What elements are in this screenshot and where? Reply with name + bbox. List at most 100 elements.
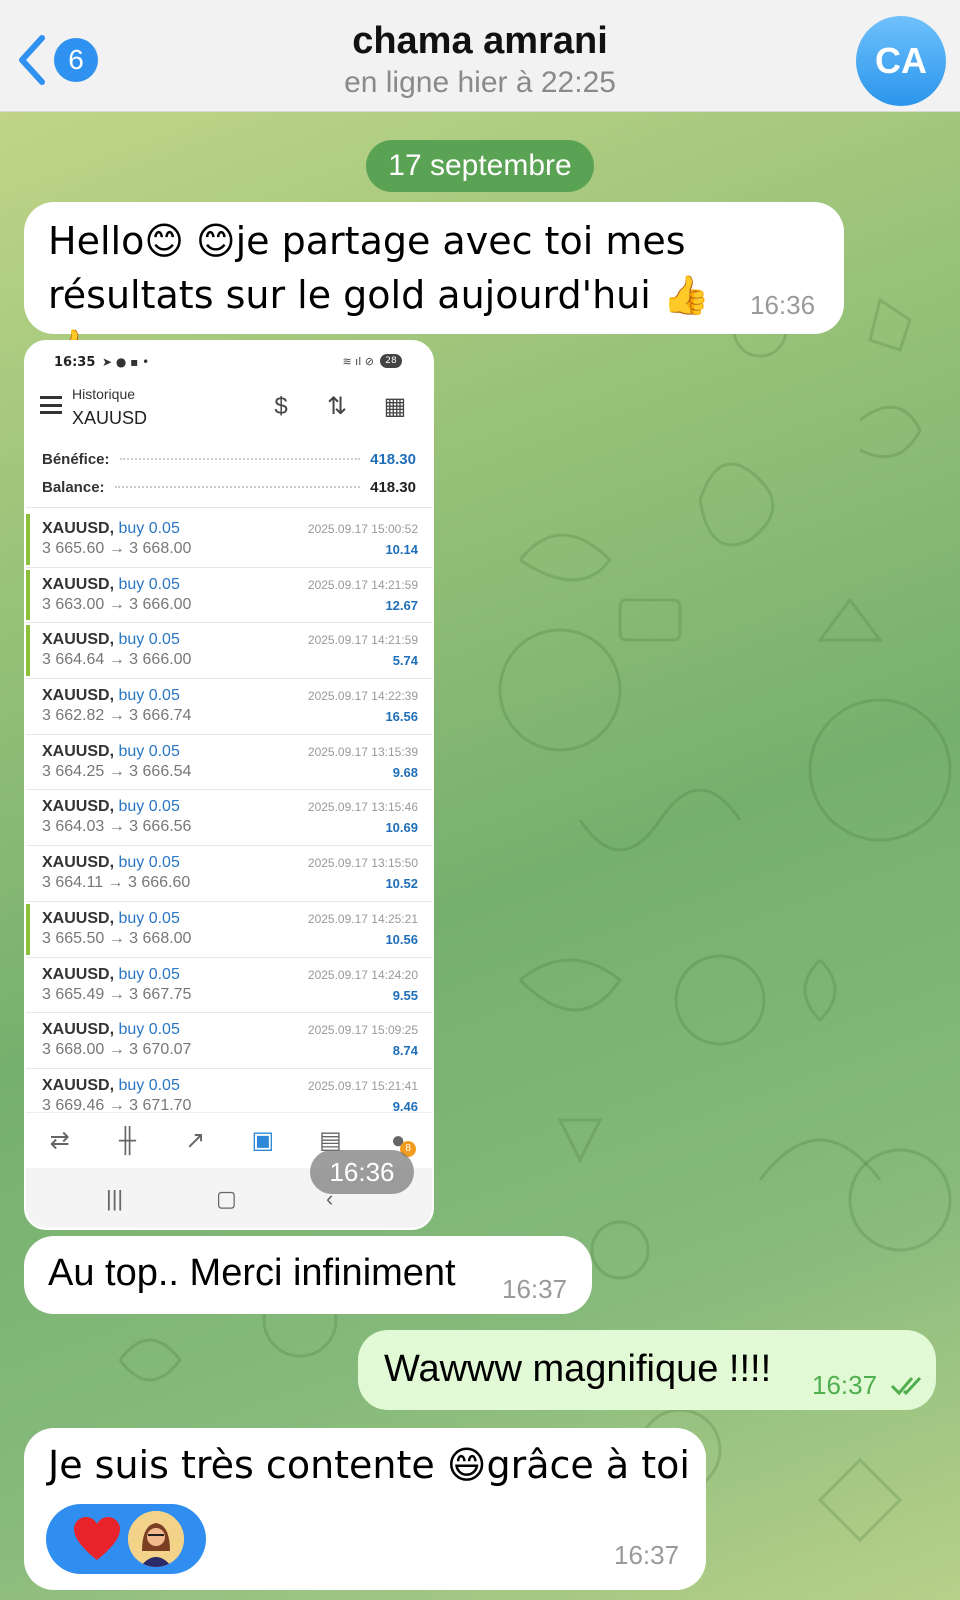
image-time: 16:36 xyxy=(310,1150,414,1194)
deal-row[interactable]: XAUUSD, buy 0.05 3 668.00 → 3 670.07 202… xyxy=(26,1013,432,1069)
deal-prices: 3 669.46 → 3 671.70 xyxy=(42,1096,192,1112)
history-icon[interactable]: ▣ xyxy=(243,1121,283,1161)
deal-profit: 9.68 xyxy=(392,764,418,780)
message-time: 16:37 xyxy=(812,1370,878,1400)
history-symbol: XAUUSD xyxy=(72,408,148,428)
deal-row[interactable]: XAUUSD, buy 0.05 3 663.00 → 3 666.00 202… xyxy=(26,568,432,624)
deal-symbol: XAUUSD, buy 0.05 xyxy=(42,965,180,983)
profit-row: Bénéfice: 418.30 xyxy=(42,446,416,472)
deal-datetime: 2025.09.17 14:25:21 xyxy=(307,911,418,926)
deal-prices: 3 664.64 → 3 666.00 xyxy=(42,651,192,669)
deal-direction: buy 0.05 xyxy=(118,965,180,983)
deal-symbol: XAUUSD, buy 0.05 xyxy=(42,631,180,649)
deal-datetime: 2025.09.17 15:21:41 xyxy=(307,1078,418,1093)
chat-title[interactable]: chama amrani xyxy=(0,20,960,63)
read-checkmarks-icon xyxy=(890,1376,922,1396)
dollar-exchange-icon[interactable]: $ xyxy=(264,390,298,424)
incoming-message[interactable]: Au top.. Merci infiniment 16:37 xyxy=(24,1236,592,1314)
deal-direction: buy 0.05 xyxy=(118,520,180,537)
deal-row[interactable]: XAUUSD, buy 0.05 3 662.82 → 3 666.74 202… xyxy=(26,679,432,735)
deal-row[interactable]: XAUUSD, buy 0.05 3 664.11 → 3 666.60 202… xyxy=(26,846,432,902)
calendar-icon[interactable]: ▦ xyxy=(378,390,412,424)
incoming-message[interactable]: Hello😊 😊je partage avec toi mes résultat… xyxy=(24,202,844,371)
reactions-pill[interactable] xyxy=(46,1504,206,1574)
deal-profit: 16.56 xyxy=(385,709,418,725)
deal-symbol: XAUUSD, buy 0.05 xyxy=(42,687,180,705)
deal-datetime: 2025.09.17 13:15:39 xyxy=(307,744,418,759)
trade-icon[interactable]: ↗ xyxy=(175,1121,215,1161)
deal-profit: 9.46 xyxy=(392,1098,418,1112)
wifi-signal-icon: ≋ ıl ⊘ xyxy=(342,355,374,368)
deal-profit: 10.69 xyxy=(385,820,418,836)
recent-apps-icon: ||| xyxy=(106,1186,124,1211)
deal-datetime: 2025.09.17 15:09:25 xyxy=(307,1023,418,1038)
deal-row[interactable]: XAUUSD, buy 0.05 3 669.46 → 3 671.70 202… xyxy=(26,1069,432,1112)
deal-symbol: XAUUSD, buy 0.05 xyxy=(42,854,180,872)
battery-icon: 28 xyxy=(380,354,402,368)
deal-direction: buy 0.05 xyxy=(118,1076,180,1094)
chat-status: en ligne hier à 22:25 xyxy=(344,66,616,99)
red-heart-icon xyxy=(74,1517,120,1560)
deal-row[interactable]: XAUUSD, buy 0.05 3 664.64 → 3 666.00 202… xyxy=(26,623,432,680)
deal-profit: 10.56 xyxy=(385,931,418,947)
image-message-screenshot[interactable]: 16:35 ➤ ● ▪ • ≋ ıl ⊘ 28 Historique XAUUS… xyxy=(24,340,434,1230)
message-time: 16:36 xyxy=(750,290,816,320)
balance-label: Balance: xyxy=(42,478,105,496)
deal-datetime: 2025.09.17 14:22:39 xyxy=(307,689,418,704)
date-separator: 17 septembre xyxy=(366,140,594,192)
deal-prices: 3 665.50 → 3 668.00 xyxy=(42,929,192,947)
deal-profit: 12.67 xyxy=(385,597,418,613)
balance-value: 418.30 xyxy=(370,478,416,496)
deal-datetime: 2025.09.17 14:24:20 xyxy=(307,967,418,982)
message-text: Je suis très contente 😄grâce à toi xyxy=(48,1443,690,1487)
deal-prices: 3 665.49 → 3 667.75 xyxy=(42,985,192,1003)
deal-row[interactable]: XAUUSD, buy 0.05 3 665.60 → 3 668.00 202… xyxy=(26,512,432,568)
quotes-icon[interactable]: ⇄ xyxy=(40,1121,80,1161)
outgoing-message[interactable]: Wawww magnifique !!!! 16:37 xyxy=(358,1330,936,1410)
deal-direction: buy 0.05 xyxy=(118,798,180,816)
message-text: Au top.. Merci infiniment xyxy=(48,1252,456,1294)
deal-prices: 3 662.82 → 3 666.74 xyxy=(42,707,192,725)
deal-direction: buy 0.05 xyxy=(118,1021,180,1039)
message-text: Wawww magnifique !!!! xyxy=(384,1348,772,1390)
deal-symbol: XAUUSD, buy 0.05 xyxy=(42,520,180,537)
menu-icon[interactable] xyxy=(40,396,62,414)
history-header: Historique XAUUSD $ ⇅ ▦ xyxy=(26,378,432,438)
deal-marker xyxy=(26,569,30,621)
balance-row: Balance: 418.30 xyxy=(42,474,416,500)
deal-row[interactable]: XAUUSD, buy 0.05 3 664.03 → 3 666.56 202… xyxy=(26,790,432,847)
profit-label: Bénéfice: xyxy=(42,450,110,468)
deal-row[interactable]: XAUUSD, buy 0.05 3 665.50 → 3 668.00 202… xyxy=(26,902,432,958)
phone-status-bar: 16:35 ➤ ● ▪ • ≋ ıl ⊘ 28 xyxy=(26,342,432,378)
deal-marker xyxy=(26,903,30,955)
deal-prices: 3 664.11 → 3 666.60 xyxy=(42,874,191,892)
deal-direction: buy 0.05 xyxy=(118,909,180,927)
sort-icon[interactable]: ⇅ xyxy=(320,390,354,424)
history-summary: Bénéfice: 418.30 Balance: 418.30 xyxy=(26,440,432,508)
deal-row[interactable]: XAUUSD, buy 0.05 3 665.49 → 3 667.75 202… xyxy=(26,958,432,1014)
deal-prices: 3 664.03 → 3 666.56 xyxy=(42,818,192,836)
deal-list: XAUUSD, buy 0.05 3 665.60 → 3 668.00 202… xyxy=(26,512,432,1112)
message-time: 16:37 xyxy=(614,1540,680,1570)
deal-symbol: XAUUSD, buy 0.05 xyxy=(42,742,180,760)
message-time: 16:37 xyxy=(502,1274,568,1304)
deal-profit: 9.55 xyxy=(392,987,418,1003)
contact-avatar[interactable]: CA xyxy=(856,16,946,106)
deal-row[interactable]: XAUUSD, buy 0.05 3 664.25 → 3 666.54 202… xyxy=(26,735,432,791)
deal-datetime: 2025.09.17 14:21:59 xyxy=(307,633,418,648)
chart-icon[interactable]: ╫ xyxy=(107,1121,147,1161)
deal-symbol: XAUUSD, buy 0.05 xyxy=(42,575,180,593)
deal-direction: buy 0.05 xyxy=(118,631,180,649)
history-title: Historique xyxy=(72,386,136,402)
deal-symbol: XAUUSD, buy 0.05 xyxy=(42,909,180,927)
deal-datetime: 2025.09.17 13:15:50 xyxy=(307,856,418,871)
notification-icons: ➤ ● ▪ • xyxy=(102,355,150,369)
incoming-message[interactable]: Je suis très contente 😄grâce à toi 16:37 xyxy=(24,1428,706,1590)
deal-prices: 3 664.25 → 3 666.54 xyxy=(42,762,192,780)
deal-datetime: 2025.09.17 13:15:46 xyxy=(307,800,418,815)
deal-direction: buy 0.05 xyxy=(118,687,180,705)
deal-datetime: 2025.09.17 14:21:59 xyxy=(307,577,418,592)
deal-marker xyxy=(26,514,30,565)
deal-symbol: XAUUSD, buy 0.05 xyxy=(42,798,180,816)
deal-profit: 8.74 xyxy=(392,1043,418,1059)
